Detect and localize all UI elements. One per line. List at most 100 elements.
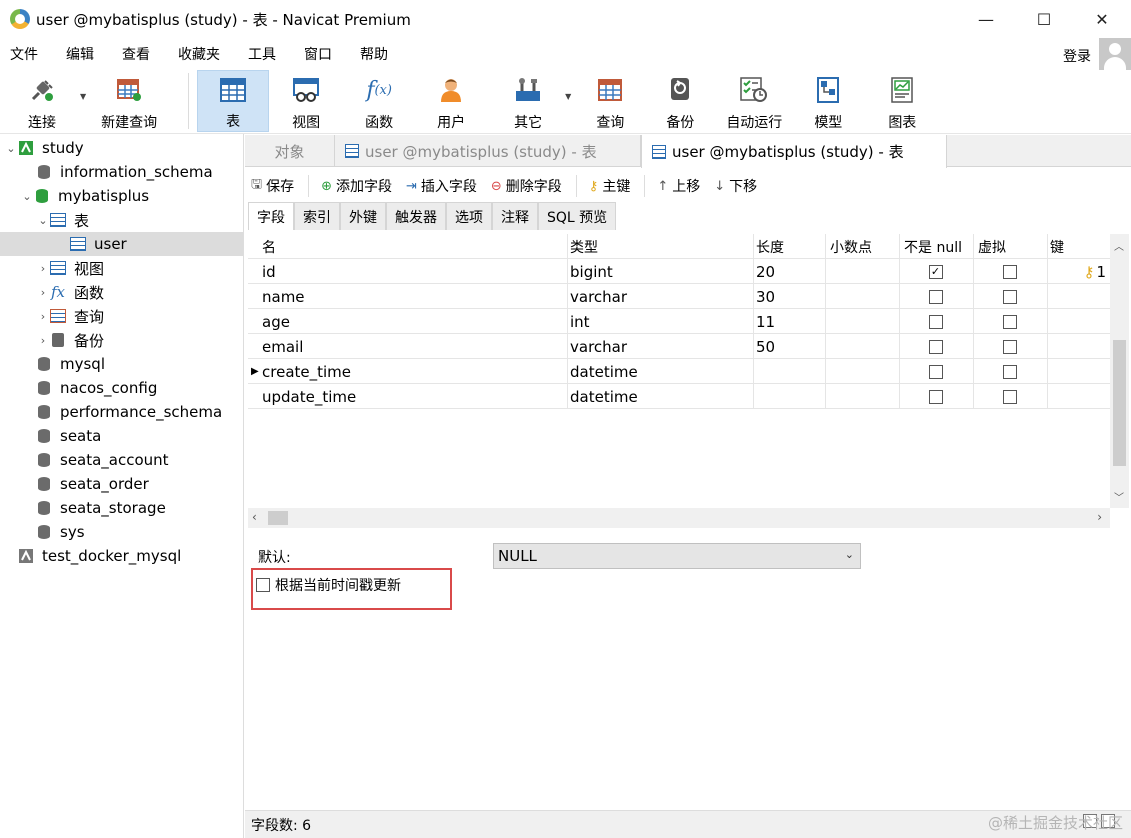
not-null-checkbox[interactable] [928, 314, 943, 329]
minimize-button[interactable]: — [957, 0, 1015, 38]
cell-virtual[interactable] [972, 309, 1048, 334]
cell-length[interactable]: 50 [750, 334, 826, 359]
menu-help[interactable]: 帮助 [350, 44, 398, 64]
tree-item-backups[interactable]: › 备份 [36, 328, 104, 352]
menu-edit[interactable]: 编辑 [56, 44, 104, 64]
column-header-decimals[interactable]: 小数点 [824, 234, 900, 259]
cell-virtual[interactable] [972, 259, 1048, 284]
tree-item-sys[interactable]: sys [22, 520, 85, 544]
move-up-button[interactable]: ↑ 上移 [657, 176, 700, 196]
not-null-checkbox[interactable]: ✓ [928, 264, 943, 279]
cell-virtual[interactable] [972, 384, 1048, 409]
table-row[interactable]: ▶ create_time datetime [248, 359, 1110, 384]
add-field-button[interactable]: ⊕ 添加字段 [321, 176, 392, 196]
chart-button[interactable]: 图表 [865, 70, 939, 132]
subtab-indexes[interactable]: 索引 [294, 202, 340, 230]
expand-icon[interactable]: › [36, 286, 50, 299]
cell-key[interactable] [1044, 309, 1110, 334]
cell-type[interactable]: int [564, 309, 754, 334]
other-button[interactable]: 其它 [487, 70, 569, 132]
cell-key[interactable] [1044, 384, 1110, 409]
move-down-button[interactable]: ↓ 下移 [714, 176, 757, 196]
cell-name[interactable]: age [256, 309, 568, 334]
cell-key[interactable]: ⚷ 1 [1044, 259, 1110, 284]
tree-item-user[interactable]: user [0, 232, 243, 256]
expand-icon[interactable]: › [36, 262, 50, 275]
subtab-sql-preview[interactable]: SQL 预览 [538, 202, 617, 230]
cell-not-null[interactable] [898, 309, 974, 334]
cell-virtual[interactable] [972, 334, 1048, 359]
tab-user-table-2[interactable]: user @mybatisplus (study) - 表 [641, 135, 947, 168]
table-row[interactable]: age int 11 [248, 309, 1110, 334]
subtab-triggers[interactable]: 触发器 [386, 202, 446, 230]
table-row[interactable]: id bigint 20 ✓ ⚷ 1 [248, 259, 1110, 284]
tree-item-seata-order[interactable]: seata_order [22, 472, 149, 496]
new-query-button[interactable]: 新建查询 [92, 70, 166, 132]
tab-objects[interactable]: 对象 [245, 135, 335, 167]
tree-item-mybatisplus[interactable]: ⌄ mybatisplus [20, 184, 149, 208]
user-avatar-icon[interactable] [1099, 38, 1131, 70]
delete-field-button[interactable]: ⊖ 删除字段 [491, 176, 562, 196]
save-button[interactable]: 🖫 保存 [251, 175, 294, 197]
maximize-button[interactable]: ☐ [1015, 0, 1073, 38]
subtab-comment[interactable]: 注释 [492, 202, 538, 230]
cell-name[interactable]: create_time [256, 359, 568, 384]
cell-decimals[interactable] [824, 259, 900, 284]
table-row[interactable]: name varchar 30 [248, 284, 1110, 309]
close-button[interactable]: ✕ [1073, 0, 1131, 38]
tree-item-test-docker-mysql[interactable]: test_docker_mysql [4, 544, 181, 568]
not-null-checkbox[interactable] [928, 389, 943, 404]
column-header-not-null[interactable]: 不是 null [898, 234, 974, 259]
insert-field-button[interactable]: ⇥ 插入字段 [406, 176, 477, 196]
login-link[interactable]: 登录 [1063, 46, 1091, 66]
view-button[interactable]: 视图 [269, 70, 343, 132]
menu-favorites[interactable]: 收藏夹 [168, 44, 230, 64]
cell-not-null[interactable] [898, 384, 974, 409]
cell-key[interactable] [1044, 284, 1110, 309]
expand-icon[interactable]: › [36, 310, 50, 323]
cell-type[interactable]: bigint [564, 259, 754, 284]
on-update-timestamp-checkbox[interactable]: 根据当前时间戳更新 [256, 575, 401, 595]
cell-key[interactable] [1044, 359, 1110, 384]
column-header-virtual[interactable]: 虚拟 [972, 234, 1048, 259]
tree-item-nacos-config[interactable]: nacos_config [22, 376, 157, 400]
virtual-checkbox[interactable] [1002, 289, 1017, 304]
virtual-checkbox[interactable] [1002, 314, 1017, 329]
subtab-fields[interactable]: 字段 [248, 202, 294, 230]
cell-decimals[interactable] [824, 334, 900, 359]
cell-decimals[interactable] [824, 384, 900, 409]
virtual-checkbox[interactable] [1002, 389, 1017, 404]
cell-name[interactable]: update_time [256, 384, 568, 409]
tree-item-functions[interactable]: › fx 函数 [36, 280, 104, 304]
cell-name[interactable]: email [256, 334, 568, 359]
scroll-thumb[interactable] [268, 511, 288, 525]
column-header-key[interactable]: 键 [1044, 234, 1110, 259]
subtab-foreign-keys[interactable]: 外键 [340, 202, 386, 230]
tree-item-information-schema[interactable]: information_schema [22, 160, 213, 184]
tree-item-queries[interactable]: › 查询 [36, 304, 104, 328]
cell-virtual[interactable] [972, 284, 1048, 309]
other-dropdown-icon[interactable]: ▼ [565, 92, 571, 101]
table-button[interactable]: 表 [197, 70, 270, 132]
cell-decimals[interactable] [824, 309, 900, 334]
column-header-type[interactable]: 类型 [564, 234, 754, 259]
table-row[interactable]: email varchar 50 [248, 334, 1110, 359]
horizontal-scrollbar[interactable]: ‹ › [248, 508, 1110, 528]
backup-button[interactable]: 备份 [643, 70, 717, 132]
cell-not-null[interactable] [898, 334, 974, 359]
scroll-up-icon[interactable]: ︿ [1114, 238, 1124, 253]
tree-item-study[interactable]: ⌄ study [4, 136, 83, 160]
tree-item-seata-storage[interactable]: seata_storage [22, 496, 166, 520]
not-null-checkbox[interactable] [928, 364, 943, 379]
tree-item-seata[interactable]: seata [22, 424, 101, 448]
cell-length[interactable] [750, 359, 826, 384]
checkbox[interactable] [256, 578, 270, 592]
virtual-checkbox[interactable] [1002, 264, 1017, 279]
tree-item-mysql[interactable]: mysql [22, 352, 105, 376]
primary-key-button[interactable]: ⚷ 主键 [589, 176, 631, 196]
cell-not-null[interactable] [898, 284, 974, 309]
cell-length[interactable]: 11 [750, 309, 826, 334]
cell-length[interactable]: 30 [750, 284, 826, 309]
cell-name[interactable]: id [256, 259, 568, 284]
cell-type[interactable]: datetime [564, 359, 754, 384]
